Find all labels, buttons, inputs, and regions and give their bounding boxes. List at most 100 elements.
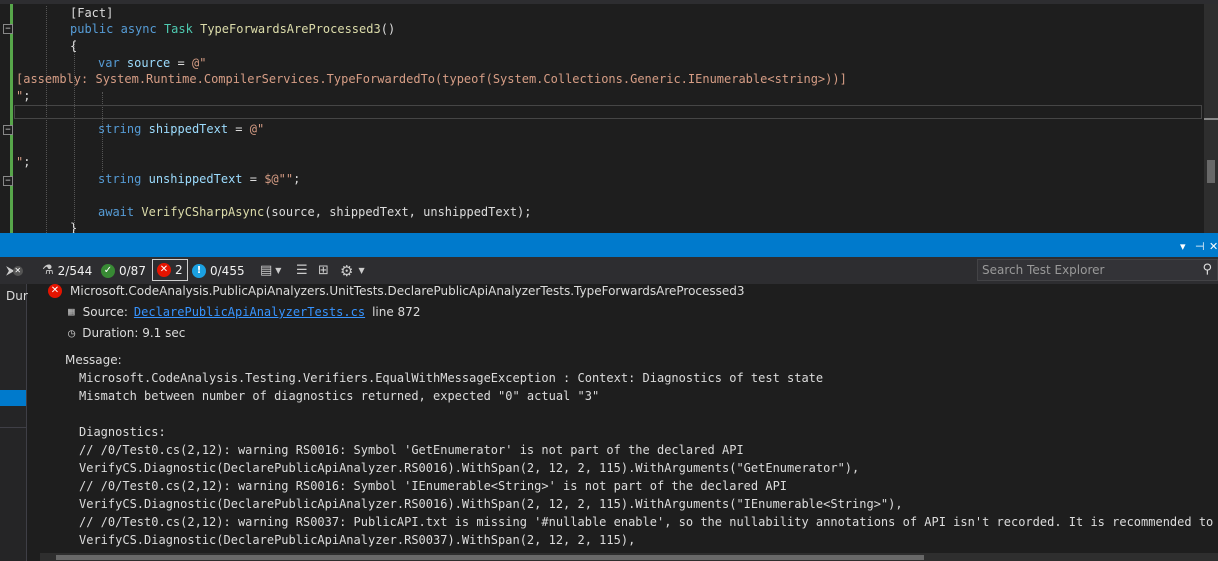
check-circle-icon: ✓ <box>101 263 115 278</box>
code-line[interactable]: [assembly: System.Runtime.CompilerServic… <box>16 71 847 88</box>
test-list-strip[interactable]: Dur <box>0 284 28 561</box>
code-line[interactable]: string shippedText = @" <box>14 121 264 138</box>
source-row: ▦ Source: DeclarePublicApiAnalyzerTests.… <box>68 303 420 321</box>
code-token: async <box>120 22 157 36</box>
test-detail-summary: ✕ Microsoft.CodeAnalysis.PublicApiAnalyz… <box>28 284 1218 561</box>
code-line[interactable]: await VerifyCSharpAsync(source, shippedT… <box>14 204 532 221</box>
message-label: Message: <box>65 353 122 367</box>
settings-button[interactable]: ⚙ ▼ <box>340 257 365 284</box>
code-token: unshippedText <box>148 172 243 186</box>
source-link[interactable]: DeclarePublicApiAnalyzerTests.cs <box>134 303 365 321</box>
failed-tests-filter[interactable]: ✕ 2 <box>152 259 188 281</box>
code-line[interactable]: "; <box>16 154 30 171</box>
change-margin <box>10 4 13 233</box>
code-token: () <box>380 22 396 36</box>
editor-top-strip <box>0 0 1218 4</box>
search-icon[interactable]: ⚲ <box>1202 260 1212 280</box>
divider <box>0 427 26 428</box>
cancel-icon: ✕ <box>12 265 23 276</box>
code-token: ; <box>23 89 31 103</box>
source-file-icon: ▦ <box>68 305 75 318</box>
code-line[interactable]: string unshippedText = $@""; <box>14 171 300 188</box>
fold-collapse-icon[interactable]: − <box>3 176 13 186</box>
total-tests-filter[interactable]: ⚗ 2/544 <box>42 257 92 284</box>
code-line[interactable]: { <box>14 38 77 55</box>
message-line: Diagnostics: <box>79 425 166 439</box>
code-token: [Fact] <box>70 6 114 20</box>
code-token: TypeForwardsAreProcessed3 <box>200 22 381 36</box>
failed-tests-count: 2 <box>175 263 183 277</box>
source-label: Source: <box>82 305 128 319</box>
code-line[interactable]: } <box>14 220 77 233</box>
flask-icon: ⚗ <box>42 263 54 278</box>
current-line-highlight <box>14 105 1202 119</box>
code-token: = <box>228 122 250 136</box>
code-token: = <box>170 56 192 70</box>
message-line: VerifyCS.Diagnostic(DeclarePublicApiAnal… <box>79 497 903 511</box>
code-token: (source, shippedText, unshippedText); <box>264 205 532 219</box>
detail-scrollbar-thumb[interactable] <box>56 555 924 560</box>
hierarchy-button[interactable]: ⊞ <box>318 257 329 284</box>
group-by-button[interactable]: ☰ <box>296 257 308 284</box>
message-line: // /0/Test0.cs(2,12): warning RS0016: Sy… <box>79 479 788 493</box>
test-explorer-toolbar: ⮞ ✕ ⚗ 2/544 ✓ 0/87 ✕ 2 ! 0/455 ▤ ▼ ☰ ⊞ ⚙… <box>0 257 1218 284</box>
run-cancel-button[interactable]: ⮞ ✕ <box>6 257 27 284</box>
code-token: var <box>98 56 120 70</box>
code-editor[interactable]: − − − [Fact] public async Task TypeForwar… <box>0 0 1218 233</box>
window-menu-icon[interactable]: ▾ <box>1180 237 1186 257</box>
scrollbar-caret-marker <box>1204 118 1218 120</box>
code-token: public <box>70 22 114 36</box>
code-token: = <box>242 172 265 186</box>
auto-hide-pin-icon[interactable]: ⊣ <box>1195 237 1205 257</box>
clock-icon: ◷ <box>68 326 76 340</box>
passed-tests-filter[interactable]: ✓ 0/87 <box>101 257 146 284</box>
chevron-down-icon: ▼ <box>275 266 282 275</box>
code-token: } <box>70 221 78 233</box>
message-line: // /0/Test0.cs(2,12): warning RS0037: Pu… <box>79 515 1214 529</box>
not-run-tests-filter[interactable]: ! 0/455 <box>192 257 245 284</box>
code-token: shippedText <box>148 122 229 136</box>
test-name-row: ✕ Microsoft.CodeAnalysis.PublicApiAnalyz… <box>48 284 745 300</box>
not-run-tests-count: 0/455 <box>210 263 245 278</box>
message-line: Microsoft.CodeAnalysis.Testing.Verifiers… <box>79 371 824 385</box>
passed-tests-count: 0/87 <box>119 263 146 278</box>
code-token: Task <box>163 22 193 36</box>
close-icon[interactable]: ✕ <box>1209 237 1218 257</box>
code-token: await <box>98 205 135 219</box>
code-token: string <box>98 172 142 186</box>
fold-collapse-icon[interactable]: − <box>3 24 13 34</box>
duration-text: Duration: 9.1 sec <box>82 326 186 340</box>
code-token: source <box>126 56 171 70</box>
info-circle-icon: ! <box>192 263 206 278</box>
search-test-explorer-input[interactable]: Search Test Explorer ⚲ <box>977 259 1218 281</box>
test-name: Microsoft.CodeAnalysis.PublicApiAnalyzer… <box>70 284 745 298</box>
code-line[interactable]: var source = @" <box>14 55 206 72</box>
total-tests-count: 2/544 <box>57 263 93 278</box>
code-token: { <box>70 39 78 53</box>
test-explorer-titlebar: ▾ ⊣ ✕ <box>0 237 1218 257</box>
gear-icon: ⚙ <box>340 261 354 280</box>
message-line: VerifyCS.Diagnostic(DeclarePublicApiAnal… <box>79 461 860 475</box>
fold-collapse-icon[interactable]: − <box>3 125 13 135</box>
code-token: @" <box>249 122 265 136</box>
editor-scrollbar-thumb[interactable] <box>1207 160 1215 183</box>
selected-row-indicator[interactable] <box>0 390 26 406</box>
source-line: line 872 <box>372 305 421 319</box>
code-line[interactable]: "; <box>16 88 30 105</box>
chevron-down-icon: ▼ <box>358 266 365 275</box>
playlist-icon: ▤ <box>260 263 273 278</box>
code-token: ; <box>293 172 301 186</box>
duration-row: ◷ Duration: 9.1 sec <box>68 324 185 342</box>
code-line[interactable]: public async Task TypeForwardsAreProcess… <box>14 21 395 38</box>
message-line: // /0/Test0.cs(2,12): warning RS0016: Sy… <box>79 443 744 457</box>
playlist-button[interactable]: ▤ ▼ <box>260 257 281 284</box>
search-placeholder: Search Test Explorer <box>982 263 1105 277</box>
duration-column-header[interactable]: Dur <box>6 289 28 303</box>
code-line[interactable]: [Fact] <box>14 5 113 22</box>
code-token: $@"" <box>264 172 294 186</box>
